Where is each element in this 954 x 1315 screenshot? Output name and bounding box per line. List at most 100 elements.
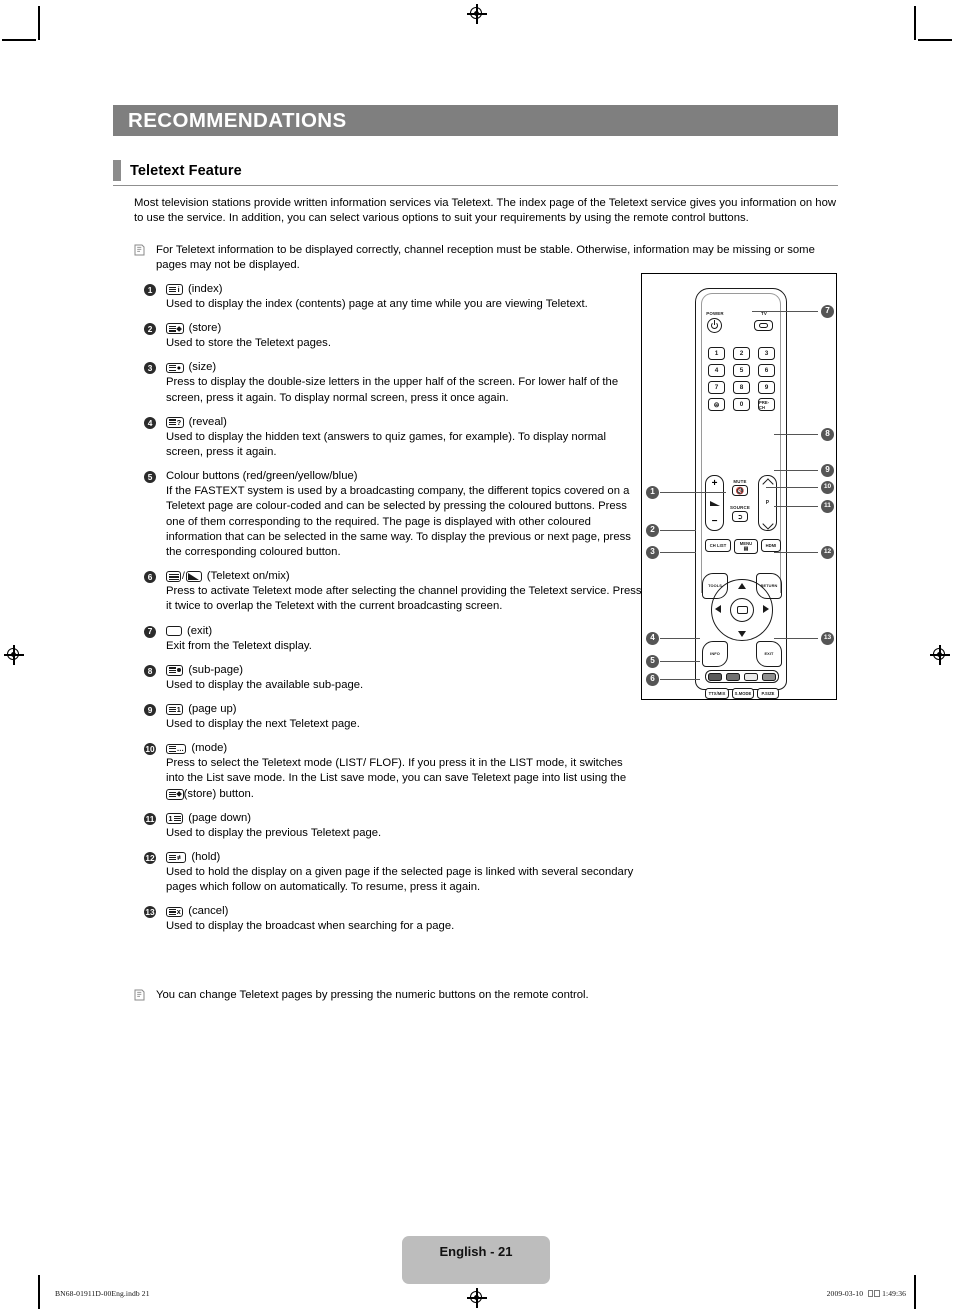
callout-leader-6 xyxy=(660,679,700,680)
numeric-key-1[interactable]: 1 xyxy=(708,347,725,360)
colour-button-green[interactable] xyxy=(726,672,740,681)
teletext-toggle-key[interactable]: ⊜ xyxy=(708,398,725,411)
colour-button-blue[interactable] xyxy=(762,672,776,681)
list-item: 4 ? (reveal) Used to display the hidden … xyxy=(144,415,644,460)
info-label: INFO xyxy=(710,651,720,656)
s-mode-button[interactable]: S.MODE xyxy=(732,688,754,699)
list-item-label: (exit) xyxy=(187,624,213,637)
footer-timestamp: 2009-03-10 1:49:36 xyxy=(827,1289,906,1298)
callout-8: 8 xyxy=(821,428,834,441)
menu-button[interactable]: MENU ▤ xyxy=(734,539,758,554)
list-item: 9 1 (page up) Used to display the next T… xyxy=(144,702,644,732)
direction-pad[interactable] xyxy=(711,579,773,641)
list-item-label: (Teletext on/mix) xyxy=(206,570,290,583)
teletext-index-icon: i xyxy=(166,284,183,295)
list-item: 1 i (index) Used to display the index (c… xyxy=(144,282,644,312)
callout-4: 4 xyxy=(646,632,659,645)
channel-up-icon xyxy=(764,479,772,487)
numeric-key-3[interactable]: 3 xyxy=(758,347,775,360)
colour-button-yellow[interactable] xyxy=(744,672,758,681)
list-item-desc: Used to display the previous Teletext pa… xyxy=(166,826,382,839)
list-item-label: (hold) xyxy=(191,851,221,864)
callout-leader-3 xyxy=(660,552,696,553)
mute-button[interactable]: 🔇 xyxy=(732,485,748,496)
list-item-number: 1 xyxy=(144,284,156,296)
volume-down-icon: − xyxy=(711,516,718,527)
teletext-page-up-icon: 1 xyxy=(166,704,184,715)
dpad-right-icon[interactable] xyxy=(763,605,769,613)
teletext-store-icon-inline xyxy=(166,789,184,800)
list-item: 13 x (cancel) Used to display the broadc… xyxy=(144,904,644,934)
exit-button[interactable]: EXIT xyxy=(756,641,782,667)
source-button[interactable]: ➲ xyxy=(732,511,748,522)
colour-button-red[interactable] xyxy=(708,672,722,681)
list-item: 6 / (Teletext on/mix) Press to activate … xyxy=(144,569,644,614)
numeric-key-9[interactable]: 9 xyxy=(758,381,775,394)
list-item-number: 7 xyxy=(144,625,156,638)
section-divider xyxy=(113,185,838,186)
note-icon xyxy=(134,243,147,273)
registration-mark-right xyxy=(930,645,950,665)
dpad-left-icon[interactable] xyxy=(715,605,721,613)
footer-date: 2009-03-10 xyxy=(826,1289,864,1298)
channel-rocker[interactable]: P xyxy=(758,475,777,531)
callout-leader-10 xyxy=(766,487,818,488)
list-item-number: 9 xyxy=(144,704,156,717)
p-size-button[interactable]: P.SIZE xyxy=(757,688,779,699)
crop-mark-top-right-vertical xyxy=(914,6,916,40)
info-button[interactable]: INFO xyxy=(702,641,728,667)
callout-6: 6 xyxy=(646,673,659,686)
teletext-size-icon: ● xyxy=(166,362,184,374)
list-item-number: 2 xyxy=(144,323,156,336)
pre-ch-key[interactable]: PRE-CH xyxy=(758,398,775,411)
list-item: 10 … (mode) Press to select the Teletext… xyxy=(144,741,644,802)
callout-leader-2 xyxy=(660,530,696,531)
power-button[interactable] xyxy=(707,318,722,333)
tv-button[interactable] xyxy=(754,320,773,331)
dpad-down-icon[interactable] xyxy=(738,631,746,637)
list-item-desc-part2: (store) button. xyxy=(183,787,254,800)
list-item-desc: Press to select the Teletext mode (LIST/… xyxy=(166,756,644,802)
dpad-up-icon[interactable] xyxy=(738,583,746,589)
callout-leader-7 xyxy=(752,311,818,312)
numeric-key-5[interactable]: 5 xyxy=(733,364,750,377)
numeric-key-4[interactable]: 4 xyxy=(708,364,725,377)
section-accent-bar xyxy=(113,160,121,181)
callout-leader-12 xyxy=(774,552,818,553)
list-item: 11 1 (page down) Used to display the pre… xyxy=(144,811,644,841)
ttx-mix-button[interactable]: TTX/MIX xyxy=(705,688,729,699)
section-title: Teletext Feature xyxy=(130,162,242,179)
teletext-on-icon xyxy=(166,571,181,582)
crop-mark-top-right-horizontal xyxy=(918,39,952,41)
teletext-hold-icon: ≢ xyxy=(166,852,187,863)
numeric-key-7[interactable]: 7 xyxy=(708,381,725,394)
numeric-key-8[interactable]: 8 xyxy=(733,381,750,394)
footer-file-reference: BN68-01911D-00Eng.indb 21 xyxy=(55,1289,150,1298)
numeric-key-0[interactable]: 0 xyxy=(733,398,750,411)
enter-button[interactable] xyxy=(730,598,754,622)
volume-icon xyxy=(709,500,720,506)
ch-list-button[interactable]: CH LIST xyxy=(705,539,731,552)
list-item-label: (page up) xyxy=(188,703,237,716)
callout-leader-4 xyxy=(660,638,700,639)
list-item-desc: Used to display the broadcast when searc… xyxy=(166,920,455,933)
list-item-label: (mode) xyxy=(191,742,228,755)
list-item-number: 3 xyxy=(144,362,156,375)
volume-rocker[interactable]: + − xyxy=(705,475,724,531)
callout-leader-8 xyxy=(774,434,818,435)
remote-control-figure: POWER TV 1 2 3 4 5 6 7 8 9 ⊜ 0 PRE-CH + … xyxy=(641,273,837,700)
colour-buttons-row[interactable] xyxy=(705,670,779,683)
remote-control-body: POWER TV 1 2 3 4 5 6 7 8 9 ⊜ 0 PRE-CH + … xyxy=(695,288,787,699)
callout-11: 11 xyxy=(821,500,834,513)
list-item: 8 (sub-page) Used to display the availab… xyxy=(144,663,644,693)
hdmi-button[interactable]: HDMI xyxy=(761,539,781,552)
list-item-label: (index) xyxy=(188,283,223,295)
numeric-key-2[interactable]: 2 xyxy=(733,347,750,360)
list-item-label: (size) xyxy=(188,361,217,374)
numeric-key-6[interactable]: 6 xyxy=(758,364,775,377)
crop-mark-top-left-horizontal xyxy=(2,39,36,41)
page-title: RECOMMENDATIONS xyxy=(128,108,347,132)
list-item-desc: Used to display the index (contents) pag… xyxy=(166,298,588,310)
callout-5: 5 xyxy=(646,655,659,668)
callout-leader-9 xyxy=(774,470,818,471)
